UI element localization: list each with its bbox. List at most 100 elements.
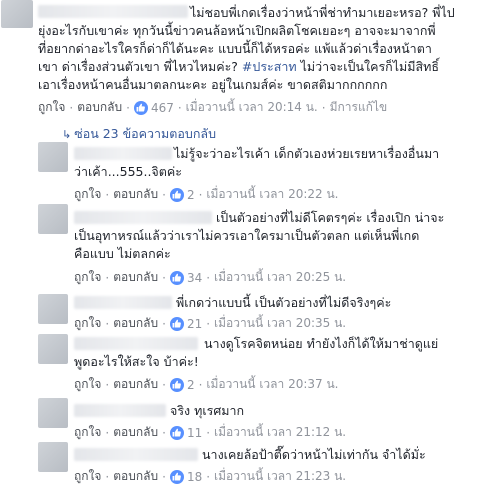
reply-button[interactable]: ตอบกลับ (77, 98, 122, 117)
reply-actions: ถูกใจ · ตอบกลับ · 11 · เมื่อวานนี้ เวลา … (74, 423, 346, 442)
reply-actions: ถูกใจ · ตอบกลับ · 2 · เมื่อวานนี้ เวลา 2… (74, 375, 338, 394)
thumbs-up-icon (169, 187, 184, 202)
like-count[interactable]: 467 (133, 100, 174, 115)
thumbs-up-icon (169, 425, 184, 440)
comment-line: ไม่ชอบพี่เกดเรื่องว่าหน้าพี่ช่าทำมาเยอะห… (190, 5, 455, 20)
separator-dot: · (162, 425, 166, 440)
separator-dot: · (105, 187, 110, 202)
avatar[interactable] (38, 142, 68, 172)
comment-line: เอาเรื่องหน้าคนอื่นมาตลกนะคะ อยู่ในเกมส์… (38, 77, 388, 92)
separator-dot: · (105, 425, 110, 440)
timestamp[interactable]: เมื่อวานนี้ เวลา 20:35 น. (214, 314, 346, 333)
timestamp[interactable]: เมื่อวานนี้ เวลา 20:25 น. (214, 268, 346, 287)
separator-dot: · (206, 270, 211, 285)
like-count[interactable]: 2 (169, 377, 195, 392)
avatar[interactable] (38, 442, 68, 472)
separator-dot: · (69, 100, 74, 115)
main-comment-actions: ถูกใจ · ตอบกลับ · 467 · เมื่อวานนี้ เวลา… (38, 98, 387, 117)
like-button[interactable]: ถูกใจ (74, 314, 101, 333)
like-button[interactable]: ถูกใจ (38, 98, 65, 117)
reply-text: นางเคยล้อป้าตี๊ดว่าหน้าไม่เท่ากัน จำได้ม… (74, 446, 494, 464)
like-count[interactable]: 21 (169, 316, 203, 331)
like-count-number: 21 (186, 316, 203, 331)
separator-dot: · (206, 316, 211, 331)
reply-actions: ถูกใจ · ตอบกลับ · 2 · เมื่อวานนี้ เวลา 2… (74, 185, 338, 204)
comment-line: เขา ด่าเรื่องส่วนตัวเขา พี่ไหวไหมค่ะ? #ป… (38, 58, 498, 76)
reply-actions: ถูกใจ · ตอบกลับ · 18 · เมื่อวานนี้ เวลา … (74, 467, 346, 484)
like-count-number: 2 (186, 187, 195, 202)
reply-button[interactable]: ตอบกลับ (113, 467, 158, 484)
like-count[interactable]: 11 (169, 425, 203, 440)
avatar[interactable] (38, 294, 68, 324)
like-button[interactable]: ถูกใจ (74, 268, 101, 287)
thumbs-up-icon (133, 100, 148, 115)
comment-line: นางดูโรคจิตหน่อย ทำยังไงก็ได้ให้มาช่าดูแ… (204, 336, 439, 351)
thumbs-up-icon (169, 377, 184, 392)
edited-label[interactable]: มีการแก้ไข (330, 98, 388, 117)
like-count-number: 11 (186, 425, 203, 440)
like-count[interactable]: 18 (169, 469, 203, 484)
comment-line: เป็นตัวอย่างที่ไม่ดีโคตรๆค่ะ เรื่องเปิก … (216, 210, 445, 225)
separator-dot: · (162, 469, 166, 484)
comment-text-part: ไม่ว่าจะเป็นใครก็ไม่มีสิทธิ์ (296, 59, 439, 74)
reply-button[interactable]: ตอบกลับ (113, 185, 158, 204)
separator-dot: · (177, 100, 182, 115)
separator-dot: · (126, 100, 130, 115)
timestamp[interactable]: เมื่อวานนี้ เวลา 20:14 น. (186, 98, 318, 117)
comment-text-part: เขา ด่าเรื่องส่วนตัวเขา พี่ไหวไหมค่ะ? (38, 59, 242, 74)
hide-replies-link[interactable]: ↳ ซ่อน 23 ข้อความตอบกลับ (62, 124, 216, 144)
reply-button[interactable]: ตอบกลับ (113, 423, 158, 442)
timestamp[interactable]: เมื่อวานนี้ เวลา 20:37 น. (206, 375, 338, 394)
timestamp[interactable]: เมื่อวานนี้ เวลา 20:22 น. (206, 185, 338, 204)
reply-text: นางดูโรคจิตหน่อย ทำยังไงก็ได้ให้มาช่าดูแ… (74, 335, 494, 371)
comment-line: พี่เกดว่าแบบนี้ เป็นตัวอย่างที่ไม่ดีจริง… (176, 295, 392, 310)
comment-line: พูดอะไรให้สะใจ บ้าค่ะ! (74, 354, 199, 369)
reply-text: จริง ทุเรศมาก (74, 402, 494, 420)
avatar[interactable] (38, 204, 68, 234)
separator-dot: · (206, 425, 211, 440)
like-count[interactable]: 2 (169, 187, 195, 202)
like-button[interactable]: ถูกใจ (74, 185, 101, 204)
reply-text: พี่เกดว่าแบบนี้ เป็นตัวอย่างที่ไม่ดีจริง… (74, 294, 494, 312)
comment-line: เป็นอุทาหรณ์แล้วว่าเราไม่ควรเอาใครมาเป็น… (74, 228, 420, 243)
separator-dot: · (321, 100, 326, 115)
separator-dot: · (198, 377, 203, 392)
like-count-number: 467 (150, 100, 174, 115)
like-count[interactable]: 34 (169, 270, 203, 285)
timestamp[interactable]: เมื่อวานนี้ เวลา 21:12 น. (214, 423, 346, 442)
reply-actions: ถูกใจ · ตอบกลับ · 34 · เมื่อวานนี้ เวลา … (74, 268, 346, 287)
separator-dot: · (105, 270, 110, 285)
separator-dot: · (105, 316, 110, 331)
like-count-number: 34 (186, 270, 203, 285)
separator-dot: · (162, 270, 166, 285)
reply-button[interactable]: ตอบกลับ (113, 314, 158, 333)
separator-dot: · (162, 377, 166, 392)
thumbs-up-icon (169, 469, 184, 484)
separator-dot: · (105, 469, 110, 484)
like-button[interactable]: ถูกใจ (74, 375, 101, 394)
comment-line: นางเคยล้อป้าตี๊ดว่าหน้าไม่เท่ากัน จำได้ม… (202, 447, 426, 462)
reply-button[interactable]: ตอบกลับ (113, 268, 158, 287)
like-button[interactable]: ถูกใจ (74, 467, 101, 484)
like-button[interactable]: ถูกใจ (74, 423, 101, 442)
reply-button[interactable]: ตอบกลับ (113, 375, 158, 394)
comment-line: ที่อยากด่าอะไรใครก็ด่าก็ได้นะคะ แบบนี้ก็… (38, 41, 432, 56)
separator-dot: · (162, 316, 166, 331)
avatar[interactable] (38, 398, 68, 428)
avatar[interactable] (38, 334, 68, 364)
separator-dot: · (162, 187, 166, 202)
like-count-number: 18 (186, 469, 203, 484)
comment-thread: ไม่ชอบพี่เกดเรื่องว่าหน้าพี่ช่าทำมาเยอะห… (0, 0, 500, 484)
comment-line: ว่าเค้า...555..จิตค่ะ (74, 164, 182, 179)
separator-dot: · (206, 469, 211, 484)
hashtag-link[interactable]: #ประสาท (242, 59, 297, 74)
separator-dot: · (105, 377, 110, 392)
main-comment-text: ไม่ชอบพี่เกดเรื่องว่าหน้าพี่ช่าทำมาเยอะห… (38, 4, 498, 94)
avatar[interactable] (1, 0, 33, 28)
hide-replies-label: ซ่อน 23 ข้อความตอบกลับ (74, 126, 217, 141)
separator-dot: · (198, 187, 203, 202)
thumbs-up-icon (169, 270, 184, 285)
reply-arrow-icon: ↳ (62, 127, 72, 141)
comment-line: ไม่รู้จะว่าอะไรเค้า เด็กตัวเองห่วยเรยหาเ… (174, 146, 440, 161)
timestamp[interactable]: เมื่อวานนี้ เวลา 21:23 น. (214, 467, 346, 484)
